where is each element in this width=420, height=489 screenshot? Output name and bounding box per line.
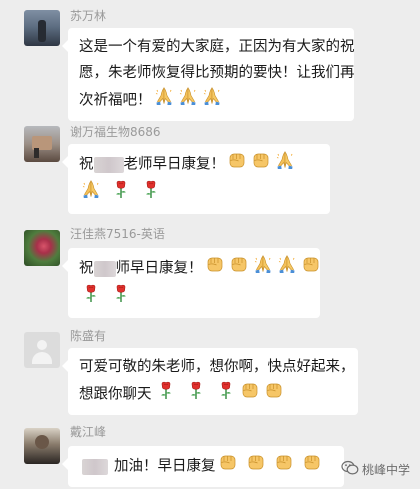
redacted-name	[93, 156, 124, 173]
message-line: 祝 师早日康复！	[79, 254, 309, 283]
pray-icon	[253, 254, 273, 283]
fist-icon	[229, 254, 249, 283]
sender-name: 戴江峰	[70, 425, 107, 439]
pray-icon	[275, 150, 295, 179]
message-text: 想跟你聊天	[79, 386, 152, 403]
pray-icon	[81, 179, 101, 208]
watermark-text: 桃峰中学	[361, 463, 410, 477]
sender-name: 谢万福生物8686	[70, 125, 161, 139]
rose-icon	[111, 179, 131, 208]
avatar[interactable]	[24, 428, 60, 464]
rose-icon	[156, 380, 176, 409]
fist-icon	[274, 452, 294, 481]
redacted-name	[82, 458, 108, 475]
rose-icon	[111, 283, 131, 312]
default-avatar-icon	[37, 340, 47, 350]
fist-icon	[240, 380, 260, 409]
sender-name: 陈盛有	[70, 329, 107, 343]
message-text: 愿，朱老师恢复得比预期的要快！让我们再	[79, 65, 355, 81]
fist-icon	[227, 150, 247, 179]
message-bubble[interactable]: 祝 师早日康复！	[62, 248, 320, 318]
message-text: 加油！早日康复	[114, 458, 216, 475]
message-text: 这是一个有爱的大家庭，正因为有大家的祝	[79, 39, 355, 55]
message-line: 次祈福吧！	[79, 86, 343, 115]
redacted-name	[93, 260, 116, 277]
message-line	[79, 179, 319, 208]
message-line	[79, 283, 309, 312]
fist-icon	[264, 380, 284, 409]
rose-icon	[81, 283, 101, 312]
rose-icon	[186, 380, 206, 409]
sender-name: 汪佳燕7516-英语	[70, 227, 165, 241]
fist-icon	[251, 150, 271, 179]
fist-icon	[218, 452, 238, 481]
message-bubble[interactable]: 可爱可敬的朱老师，想你啊，快点好起来， 想跟你聊天	[62, 348, 358, 415]
pray-icon	[178, 86, 198, 115]
message-bubble[interactable]: 这是一个有爱的大家庭，正因为有大家的祝 愿，朱老师恢复得比预期的要快！让我们再 …	[62, 28, 355, 121]
fist-icon	[302, 452, 322, 481]
message-bubble[interactable]: 祝 老师早日康复！	[62, 144, 330, 214]
rose-icon	[216, 380, 236, 409]
message-line: 祝 老师早日康复！	[79, 150, 319, 179]
pray-icon	[277, 254, 297, 283]
fist-icon	[301, 254, 321, 283]
rose-icon	[141, 179, 161, 208]
fist-icon	[205, 254, 225, 283]
sender-name: 苏万林	[70, 9, 107, 23]
fist-icon	[246, 452, 266, 481]
message-text: 祝	[79, 260, 94, 277]
avatar[interactable]	[24, 126, 60, 162]
wechat-official-account-icon	[341, 460, 359, 479]
avatar[interactable]	[24, 230, 60, 266]
message-text: 师早日康复！	[115, 260, 203, 277]
message-bubble[interactable]: 加油！早日康复	[62, 446, 344, 487]
avatar[interactable]	[24, 10, 60, 46]
watermark: 桃峰中学	[341, 460, 410, 479]
message-text: 次祈福吧！	[79, 92, 152, 109]
pray-icon	[202, 86, 222, 115]
message-text: 祝	[79, 156, 94, 173]
message-line: 想跟你聊天	[79, 380, 347, 409]
avatar[interactable]	[24, 332, 60, 368]
message-line: 加油！早日康复	[82, 452, 333, 481]
message-text: 老师早日康复！	[123, 156, 226, 173]
message-text: 可爱可敬的朱老师，想你啊，快点好起来，	[79, 359, 355, 375]
pray-icon	[154, 86, 174, 115]
